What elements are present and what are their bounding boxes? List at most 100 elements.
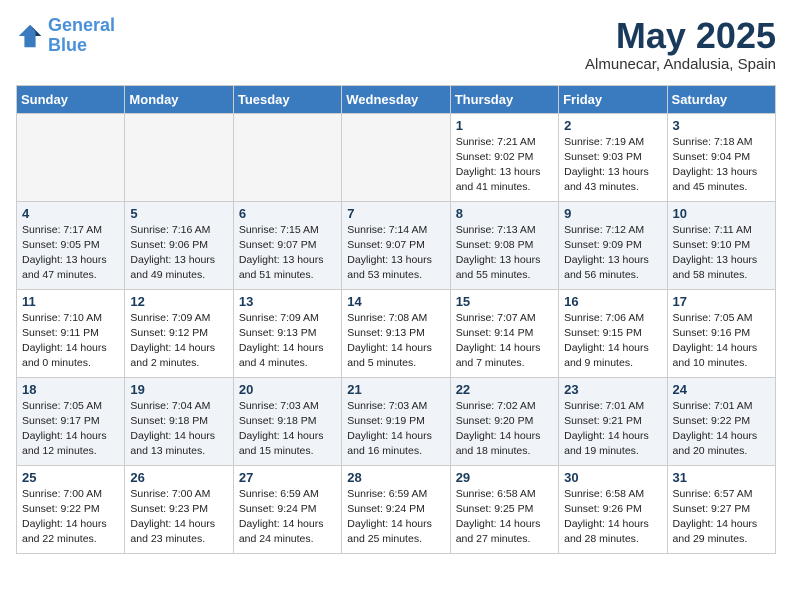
month-title: May 2025 xyxy=(585,16,776,56)
day-info: Sunrise: 7:07 AM Sunset: 9:14 PM Dayligh… xyxy=(456,311,553,372)
day-number: 5 xyxy=(130,206,227,221)
calendar-day: 19 Sunrise: 7:04 AM Sunset: 9:18 PM Dayli… xyxy=(125,377,233,465)
calendar-day: 18 Sunrise: 7:05 AM Sunset: 9:17 PM Dayli… xyxy=(17,377,125,465)
calendar-day: 23 Sunrise: 7:01 AM Sunset: 9:21 PM Dayli… xyxy=(559,377,667,465)
calendar-day: 13Sunrise: 7:09 AM Sunset: 9:13 PM Dayli… xyxy=(233,289,341,377)
day-number: 10 xyxy=(673,206,770,221)
day-number: 22 xyxy=(456,382,553,397)
day-info: Sunrise: 7:00 AM Sunset: 9:23 PM Dayligh… xyxy=(130,487,227,548)
day-info: Sunrise: 7:00 AM Sunset: 9:22 PM Dayligh… xyxy=(22,487,119,548)
day-info: Sunrise: 6:57 AM Sunset: 9:27 PM Dayligh… xyxy=(673,487,770,548)
calendar-day: 10 Sunrise: 7:11 AM Sunset: 9:10 PM Dayli… xyxy=(667,201,775,289)
day-info: Sunrise: 7:05 AM Sunset: 9:16 PM Dayligh… xyxy=(673,311,770,372)
day-number: 20 xyxy=(239,382,336,397)
header-saturday: Saturday xyxy=(667,85,775,113)
day-info: Sunrise: 7:19 AM Sunset: 9:03 PM Dayligh… xyxy=(564,135,661,196)
day-number: 25 xyxy=(22,470,119,485)
calendar-day: 25 Sunrise: 7:00 AM Sunset: 9:22 PM Dayli… xyxy=(17,465,125,553)
logo: General Blue xyxy=(16,16,115,56)
day-number: 17 xyxy=(673,294,770,309)
day-number: 24 xyxy=(673,382,770,397)
calendar-day: 24 Sunrise: 7:01 AM Sunset: 9:22 PM Dayli… xyxy=(667,377,775,465)
calendar-week-1: 1 Sunrise: 7:21 AM Sunset: 9:02 PM Daylig… xyxy=(17,113,776,201)
calendar-day: 29 Sunrise: 6:58 AM Sunset: 9:25 PM Dayli… xyxy=(450,465,558,553)
day-number: 28 xyxy=(347,470,444,485)
calendar-day: 4Sunrise: 7:17 AM Sunset: 9:05 PM Daylig… xyxy=(17,201,125,289)
day-number: 3 xyxy=(673,118,770,133)
day-info: Sunrise: 7:10 AM Sunset: 9:11 PM Dayligh… xyxy=(22,311,119,372)
day-info: Sunrise: 6:58 AM Sunset: 9:25 PM Dayligh… xyxy=(456,487,553,548)
calendar-week-3: 11 Sunrise: 7:10 AM Sunset: 9:11 PM Dayli… xyxy=(17,289,776,377)
calendar-day: 31 Sunrise: 6:57 AM Sunset: 9:27 PM Dayli… xyxy=(667,465,775,553)
day-number: 9 xyxy=(564,206,661,221)
day-number: 14 xyxy=(347,294,444,309)
calendar-day: 12 Sunrise: 7:09 AM Sunset: 9:12 PM Dayli… xyxy=(125,289,233,377)
day-info: Sunrise: 7:16 AM Sunset: 9:06 PM Dayligh… xyxy=(130,223,227,284)
calendar-week-4: 18 Sunrise: 7:05 AM Sunset: 9:17 PM Dayli… xyxy=(17,377,776,465)
calendar-day: 22 Sunrise: 7:02 AM Sunset: 9:20 PM Dayli… xyxy=(450,377,558,465)
day-number: 31 xyxy=(673,470,770,485)
header-thursday: Thursday xyxy=(450,85,558,113)
day-info: Sunrise: 7:11 AM Sunset: 9:10 PM Dayligh… xyxy=(673,223,770,284)
calendar-day: 3Sunrise: 7:18 AM Sunset: 9:04 PM Daylig… xyxy=(667,113,775,201)
day-number: 1 xyxy=(456,118,553,133)
day-info: Sunrise: 7:01 AM Sunset: 9:21 PM Dayligh… xyxy=(564,399,661,460)
logo-text: General Blue xyxy=(48,16,115,56)
day-info: Sunrise: 7:15 AM Sunset: 9:07 PM Dayligh… xyxy=(239,223,336,284)
day-number: 18 xyxy=(22,382,119,397)
day-info: Sunrise: 7:14 AM Sunset: 9:07 PM Dayligh… xyxy=(347,223,444,284)
day-info: Sunrise: 7:13 AM Sunset: 9:08 PM Dayligh… xyxy=(456,223,553,284)
day-number: 11 xyxy=(22,294,119,309)
day-number: 26 xyxy=(130,470,227,485)
day-number: 16 xyxy=(564,294,661,309)
day-info: Sunrise: 7:09 AM Sunset: 9:12 PM Dayligh… xyxy=(130,311,227,372)
calendar-day: 17 Sunrise: 7:05 AM Sunset: 9:16 PM Dayli… xyxy=(667,289,775,377)
calendar-day: 2 Sunrise: 7:19 AM Sunset: 9:03 PM Daylig… xyxy=(559,113,667,201)
day-info: Sunrise: 7:06 AM Sunset: 9:15 PM Dayligh… xyxy=(564,311,661,372)
calendar-day: 6 Sunrise: 7:15 AM Sunset: 9:07 PM Daylig… xyxy=(233,201,341,289)
day-number: 12 xyxy=(130,294,227,309)
header-friday: Friday xyxy=(559,85,667,113)
page-header: General Blue May 2025 Almunecar, Andalus… xyxy=(16,16,776,73)
calendar-day xyxy=(233,113,341,201)
day-info: Sunrise: 7:02 AM Sunset: 9:20 PM Dayligh… xyxy=(456,399,553,460)
calendar-day: 30 Sunrise: 6:58 AM Sunset: 9:26 PM Dayli… xyxy=(559,465,667,553)
calendar-week-2: 4Sunrise: 7:17 AM Sunset: 9:05 PM Daylig… xyxy=(17,201,776,289)
day-number: 6 xyxy=(239,206,336,221)
calendar-day: 14Sunrise: 7:08 AM Sunset: 9:13 PM Dayli… xyxy=(342,289,450,377)
calendar-week-5: 25 Sunrise: 7:00 AM Sunset: 9:22 PM Dayli… xyxy=(17,465,776,553)
calendar-day: 16 Sunrise: 7:06 AM Sunset: 9:15 PM Dayli… xyxy=(559,289,667,377)
header-tuesday: Tuesday xyxy=(233,85,341,113)
calendar-day xyxy=(17,113,125,201)
calendar-day: 5 Sunrise: 7:16 AM Sunset: 9:06 PM Daylig… xyxy=(125,201,233,289)
calendar-day: 28Sunrise: 6:59 AM Sunset: 9:24 PM Dayli… xyxy=(342,465,450,553)
calendar-day: 9 Sunrise: 7:12 AM Sunset: 9:09 PM Daylig… xyxy=(559,201,667,289)
day-info: Sunrise: 7:01 AM Sunset: 9:22 PM Dayligh… xyxy=(673,399,770,460)
day-number: 7 xyxy=(347,206,444,221)
location: Almunecar, Andalusia, Spain xyxy=(585,56,776,73)
day-info: Sunrise: 6:58 AM Sunset: 9:26 PM Dayligh… xyxy=(564,487,661,548)
calendar-day: 11 Sunrise: 7:10 AM Sunset: 9:11 PM Dayli… xyxy=(17,289,125,377)
day-info: Sunrise: 7:21 AM Sunset: 9:02 PM Dayligh… xyxy=(456,135,553,196)
calendar-day: 8Sunrise: 7:13 AM Sunset: 9:08 PM Daylig… xyxy=(450,201,558,289)
day-info: Sunrise: 7:03 AM Sunset: 9:19 PM Dayligh… xyxy=(347,399,444,460)
day-number: 21 xyxy=(347,382,444,397)
calendar-day: 20 Sunrise: 7:03 AM Sunset: 9:18 PM Dayli… xyxy=(233,377,341,465)
day-number: 30 xyxy=(564,470,661,485)
logo-icon xyxy=(16,22,44,50)
day-info: Sunrise: 7:05 AM Sunset: 9:17 PM Dayligh… xyxy=(22,399,119,460)
day-info: Sunrise: 7:12 AM Sunset: 9:09 PM Dayligh… xyxy=(564,223,661,284)
calendar-day xyxy=(125,113,233,201)
day-number: 19 xyxy=(130,382,227,397)
day-number: 13 xyxy=(239,294,336,309)
day-number: 29 xyxy=(456,470,553,485)
calendar-header-row: SundayMondayTuesdayWednesdayThursdayFrid… xyxy=(17,85,776,113)
day-number: 15 xyxy=(456,294,553,309)
calendar-day: 26 Sunrise: 7:00 AM Sunset: 9:23 PM Dayli… xyxy=(125,465,233,553)
day-info: Sunrise: 7:03 AM Sunset: 9:18 PM Dayligh… xyxy=(239,399,336,460)
day-info: Sunrise: 6:59 AM Sunset: 9:24 PM Dayligh… xyxy=(239,487,336,548)
day-info: Sunrise: 7:04 AM Sunset: 9:18 PM Dayligh… xyxy=(130,399,227,460)
day-number: 2 xyxy=(564,118,661,133)
calendar-day: 15 Sunrise: 7:07 AM Sunset: 9:14 PM Dayli… xyxy=(450,289,558,377)
day-number: 23 xyxy=(564,382,661,397)
